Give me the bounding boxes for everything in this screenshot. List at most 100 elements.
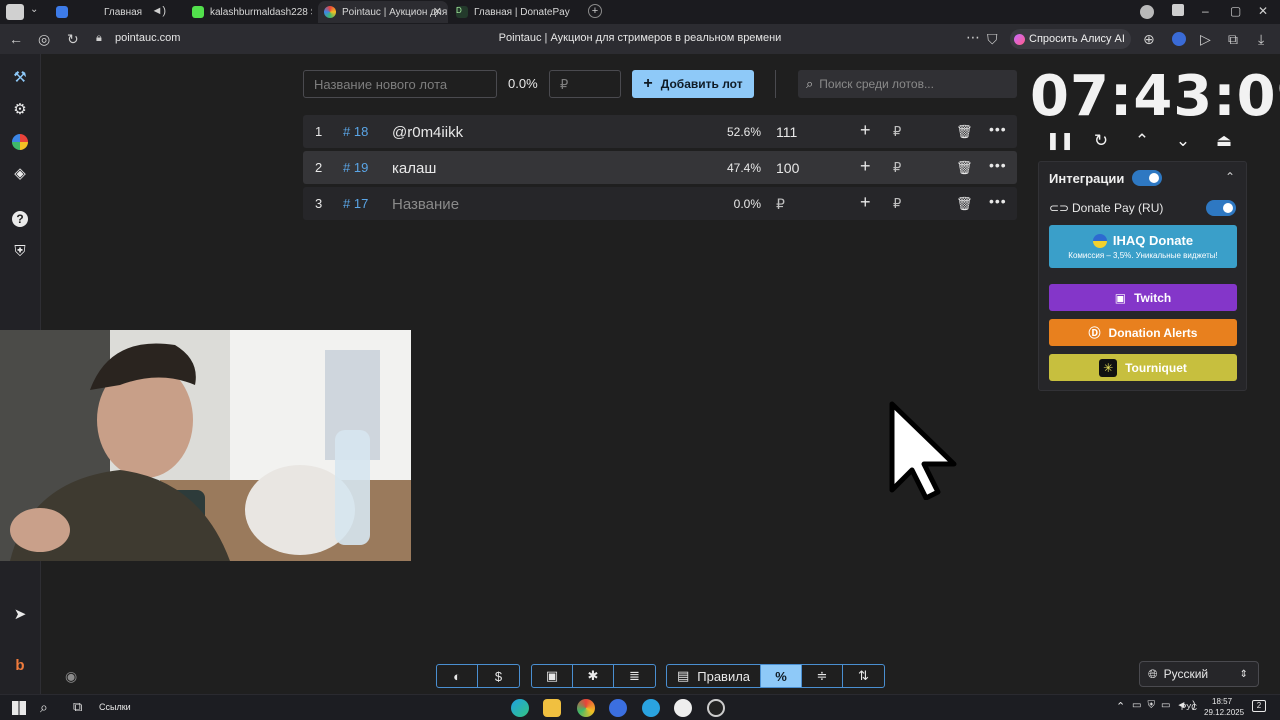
- tab-donatepay[interactable]: D Главная | DonatePay: [450, 1, 580, 23]
- settings-gear-icon[interactable]: ⚙: [10, 99, 30, 119]
- integrations-toggle[interactable]: [1132, 170, 1162, 186]
- add-amount-icon[interactable]: +: [860, 120, 871, 141]
- add-amount-icon[interactable]: +: [860, 192, 871, 213]
- ask-alice-button[interactable]: Спросить Алису AI: [1010, 29, 1131, 49]
- rules-button[interactable]: ▤ Правила: [667, 665, 761, 687]
- lot-id[interactable]: # 19: [343, 160, 368, 175]
- tourniquet-button[interactable]: ✳ Tourniquet: [1049, 354, 1237, 381]
- search-lots-input[interactable]: ⌕ Поиск среди лотов...: [798, 70, 1017, 98]
- trash-icon[interactable]: 🗑︎: [956, 160, 973, 176]
- lot-name[interactable]: Название: [392, 196, 459, 213]
- keyboard-lang[interactable]: РУС: [1181, 703, 1197, 712]
- yandex-browser-icon[interactable]: [674, 699, 692, 717]
- new-tab-button[interactable]: +: [588, 4, 602, 18]
- more-icon[interactable]: •••: [989, 121, 1007, 137]
- language-select[interactable]: 🌐︎ Русский ⇕: [1139, 661, 1259, 687]
- close-icon[interactable]: ✕: [433, 5, 442, 18]
- new-lot-amount-input[interactable]: ₽: [549, 70, 621, 98]
- chevron-down-icon[interactable]: ⌄: [30, 4, 38, 15]
- notification-icon[interactable]: 2: [1252, 700, 1266, 712]
- pause-icon[interactable]: ❚❚: [1046, 128, 1075, 154]
- telegram-icon[interactable]: ➤: [10, 604, 30, 624]
- compress-icon[interactable]: ≑: [802, 665, 843, 687]
- dollar-icon[interactable]: $: [478, 665, 519, 687]
- telegram-app-icon[interactable]: [642, 699, 660, 717]
- new-lot-name-input[interactable]: Название нового лота: [303, 70, 497, 98]
- edge-icon[interactable]: [511, 699, 529, 717]
- task-view-icon[interactable]: ⧉: [73, 699, 82, 715]
- donation-alerts-button[interactable]: Ⓓ Donation Alerts: [1049, 319, 1237, 346]
- links-label[interactable]: Ссылки: [99, 702, 131, 712]
- ruble-icon[interactable]: ₽: [893, 160, 901, 176]
- save-icon[interactable]: ▣: [532, 665, 573, 687]
- ruble-icon[interactable]: ₽: [893, 196, 901, 212]
- profile-avatar[interactable]: [1140, 5, 1154, 19]
- search-icon[interactable]: ⌕: [40, 699, 48, 716]
- tray-chevron-icon[interactable]: ⌃: [1116, 700, 1125, 713]
- chrome-icon[interactable]: [577, 699, 595, 717]
- bug-icon[interactable]: ✱: [573, 665, 614, 687]
- lot-name[interactable]: @r0m4iikk: [392, 124, 463, 141]
- trash-icon[interactable]: 🗑︎: [956, 196, 973, 212]
- layers-icon[interactable]: ◈: [10, 163, 30, 183]
- shield-check-icon[interactable]: ⛨: [10, 241, 30, 261]
- twitch-button[interactable]: ▣ Twitch: [1049, 284, 1237, 311]
- add-time-icon[interactable]: ⌃: [1129, 128, 1155, 154]
- restore-icon[interactable]: ▢: [1230, 4, 1241, 18]
- auction-hammer-icon[interactable]: ⚒: [10, 67, 30, 87]
- file-explorer-icon[interactable]: [543, 699, 561, 717]
- lot-row[interactable]: 3 # 17 Название 0.0% ₽ + ₽ 🗑︎ •••: [303, 187, 1017, 220]
- trash-icon[interactable]: 🗑︎: [956, 124, 973, 140]
- mute-icon[interactable]: ◄): [151, 5, 166, 17]
- obs-icon[interactable]: [707, 699, 725, 717]
- collapse-timer-icon[interactable]: ⏏: [1211, 128, 1237, 154]
- lot-row[interactable]: 2 # 19 калаш 47.4% 100 + ₽ 🗑︎ •••: [303, 151, 1017, 184]
- github-icon[interactable]: ◐: [437, 665, 478, 687]
- tourniquet-label: Tourniquet: [1125, 360, 1187, 375]
- collapse-chevron-icon[interactable]: ⌃: [1225, 170, 1235, 184]
- percent-toggle[interactable]: %: [761, 665, 802, 687]
- lot-row[interactable]: 1 # 18 @r0m4iikk 52.6% 111 + ₽ 🗑︎ •••: [303, 115, 1017, 148]
- sidebar-toggle-icon[interactable]: [6, 4, 24, 20]
- clock-time[interactable]: 18:57: [1212, 697, 1232, 706]
- tab-home[interactable]: Главная ◄): [50, 1, 180, 23]
- clock-date[interactable]: 29.12.2025: [1204, 708, 1244, 717]
- minimize-icon[interactable]: –: [1202, 4, 1209, 18]
- boosty-icon[interactable]: b: [10, 655, 30, 675]
- ihaq-donate-button[interactable]: IHAQ Donate Комиссия – 3,5%. Уникальные …: [1049, 225, 1237, 268]
- lot-amount[interactable]: 100: [776, 160, 799, 176]
- add-amount-icon[interactable]: +: [860, 156, 871, 177]
- more-icon[interactable]: •••: [989, 157, 1007, 173]
- tab-kick[interactable]: kalashburmaldash228 Stre: [186, 1, 312, 23]
- close-window-icon[interactable]: ✕: [1258, 4, 1268, 18]
- collections-icon[interactable]: ⧉: [1228, 31, 1238, 48]
- donatepay-toggle[interactable]: [1206, 200, 1236, 216]
- bookmark-icon[interactable]: ⛉: [987, 31, 998, 48]
- extension-icon[interactable]: [1172, 32, 1186, 46]
- lot-id[interactable]: # 17: [343, 196, 368, 211]
- reset-icon[interactable]: ↻: [1088, 128, 1114, 154]
- more-options-icon[interactable]: ⋯: [966, 29, 980, 46]
- tab-pointauc[interactable]: Pointauc | Аукцион для ✕: [318, 1, 448, 23]
- integrations-panel: Интеграции ⌃ ⊂⊃ Donate Pay (RU) IHAQ Don…: [1038, 161, 1247, 391]
- notification-bell-icon[interactable]: [1172, 4, 1184, 16]
- tick-app-icon[interactable]: [609, 699, 627, 717]
- clear-list-icon[interactable]: ≣: [614, 665, 655, 687]
- downloads-icon[interactable]: ⤓: [1258, 31, 1264, 48]
- subtract-time-icon[interactable]: ⌄: [1170, 128, 1196, 154]
- ruble-icon[interactable]: ₽: [893, 124, 901, 140]
- lot-amount[interactable]: ₽: [776, 196, 785, 213]
- sort-icon[interactable]: ⇅: [843, 665, 884, 687]
- translate-icon[interactable]: ⊕: [1143, 31, 1155, 48]
- lot-id[interactable]: # 18: [343, 124, 368, 139]
- lot-name[interactable]: калаш: [392, 160, 436, 177]
- add-lot-button[interactable]: + Добавить лот: [632, 70, 754, 98]
- help-icon[interactable]: ?: [10, 209, 30, 229]
- media-play-icon[interactable]: ▷: [1200, 31, 1211, 48]
- eye-icon[interactable]: ◉: [65, 668, 77, 685]
- windows-start-icon[interactable]: [12, 701, 26, 715]
- wheel-icon[interactable]: [10, 132, 30, 152]
- lot-amount[interactable]: 111: [776, 124, 797, 140]
- ihaq-title: IHAQ Donate: [1112, 233, 1194, 248]
- more-icon[interactable]: •••: [989, 193, 1007, 209]
